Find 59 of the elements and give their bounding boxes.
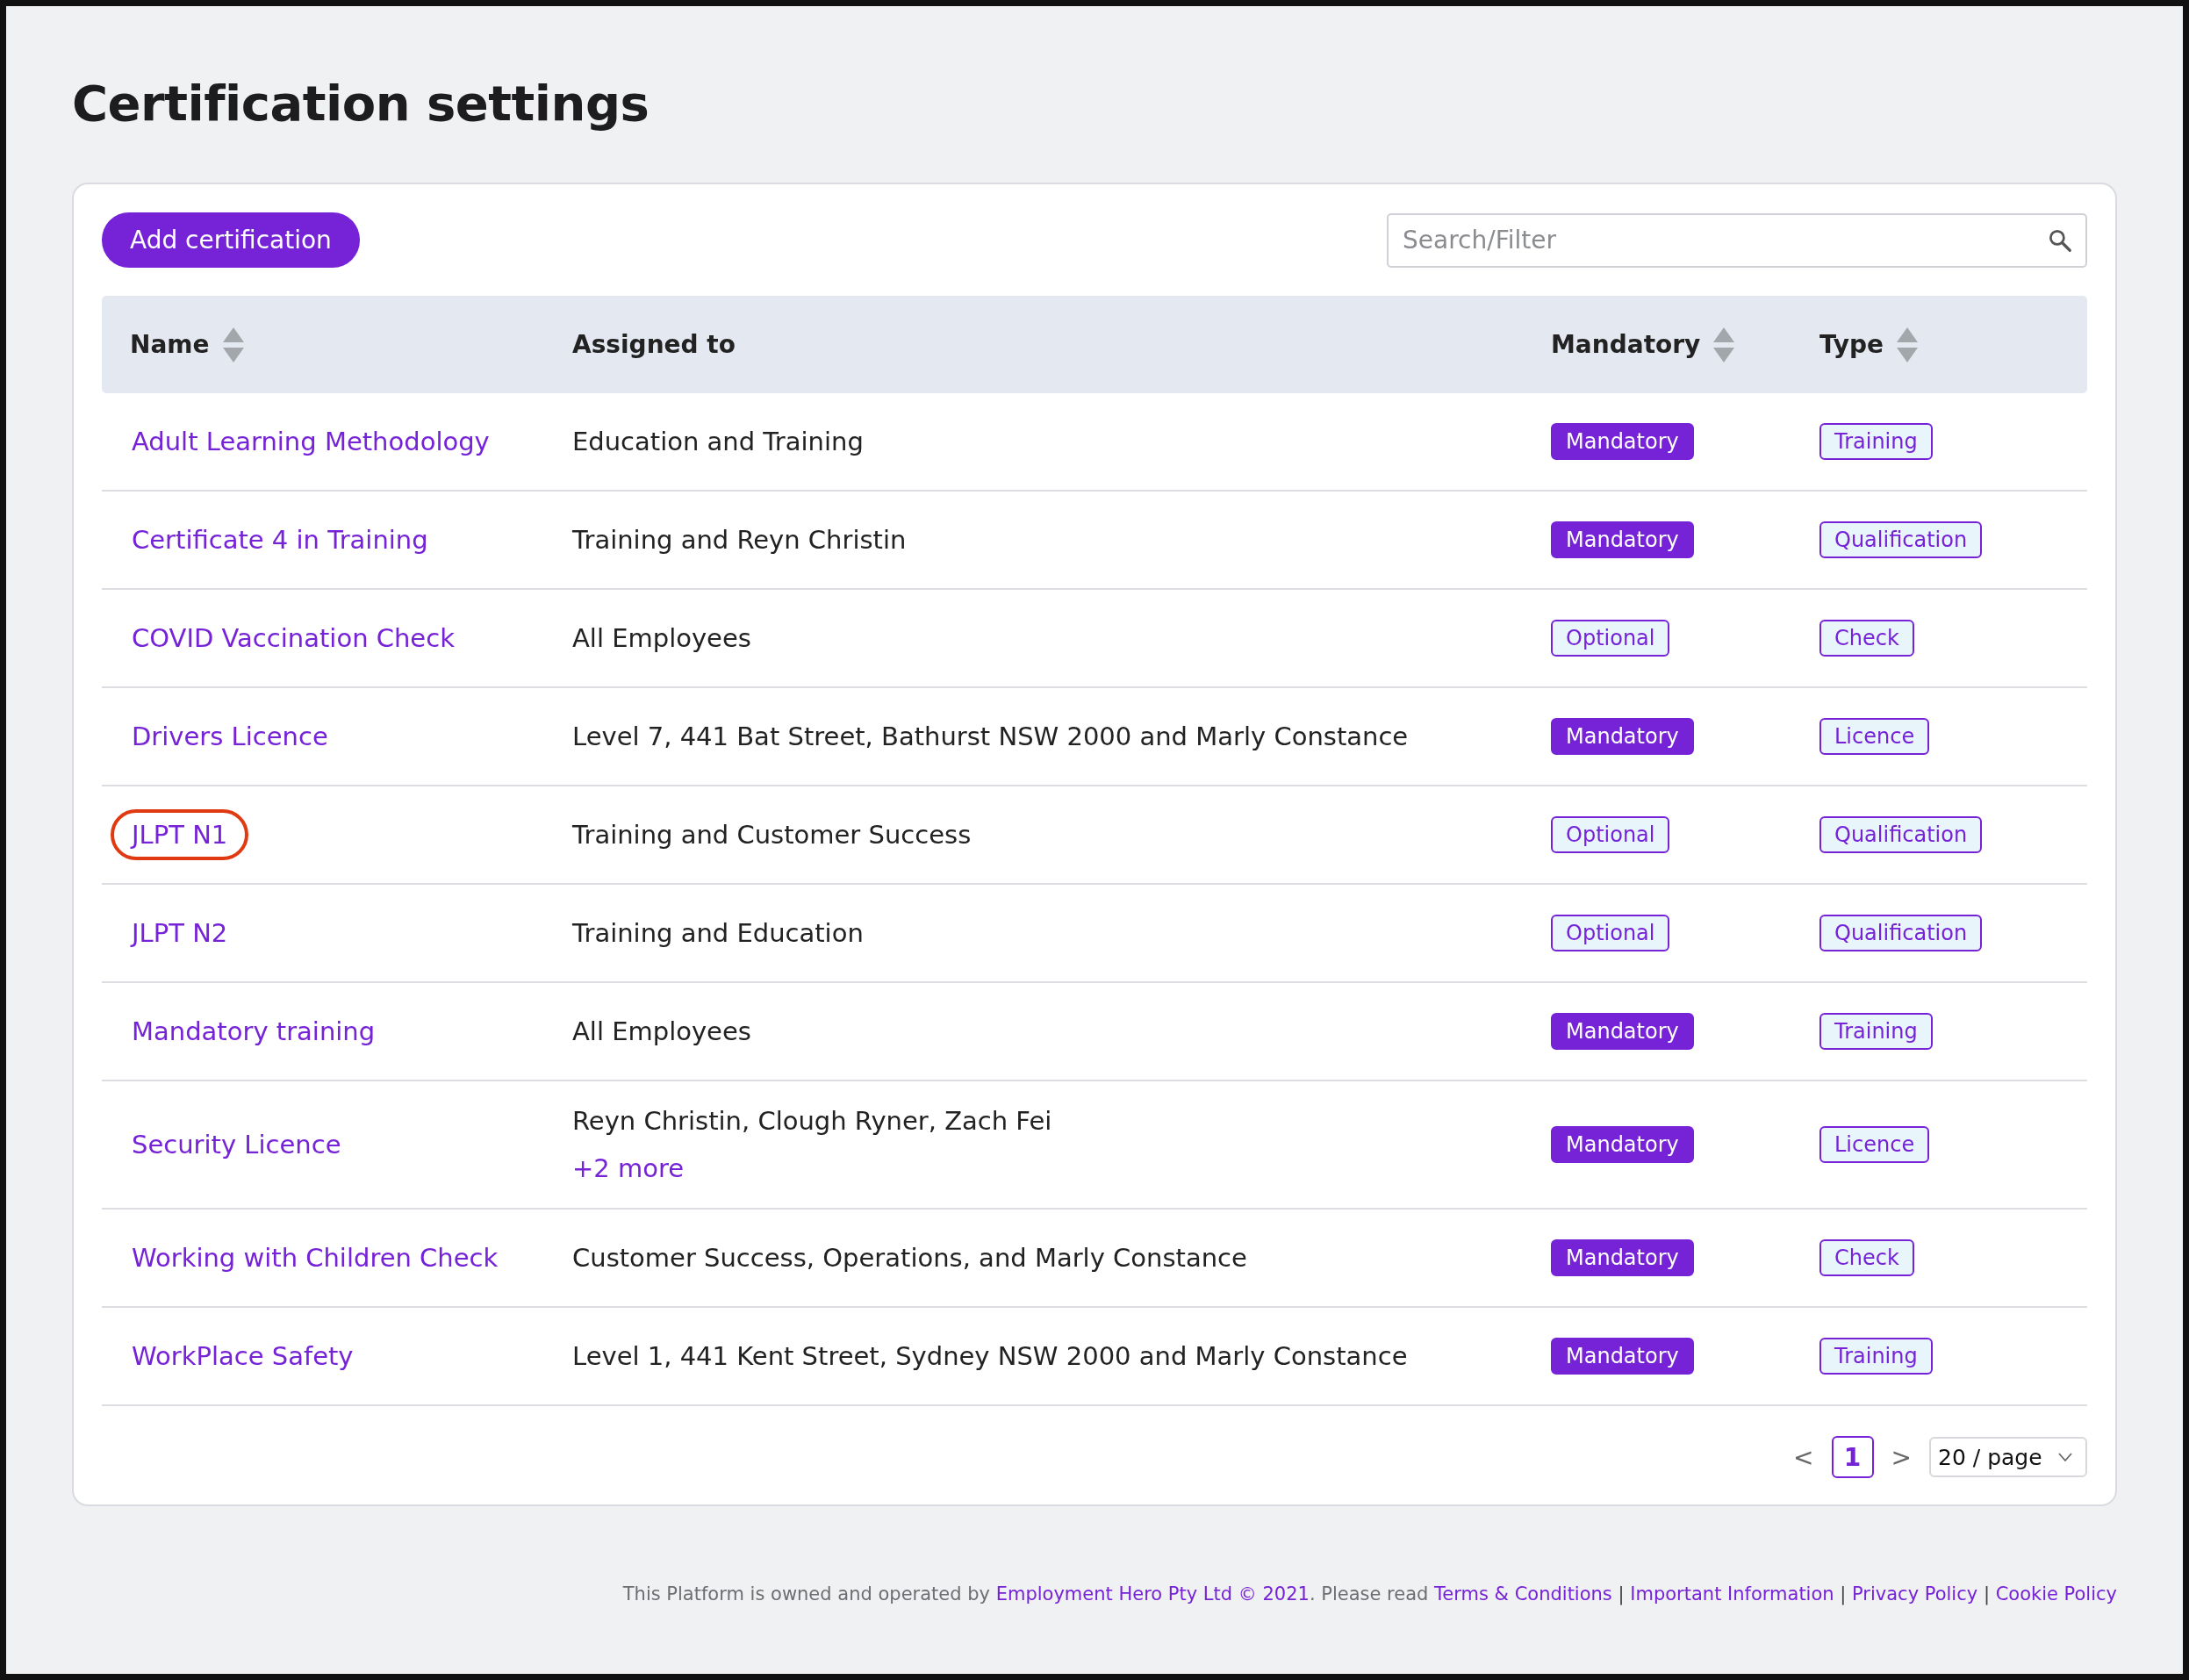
footer-link[interactable]: Terms & Conditions [1434,1583,1612,1605]
mandatory-tag: Mandatory [1551,1338,1694,1375]
certification-link[interactable]: WorkPlace Safety [111,1331,375,1382]
mandatory-tag: Optional [1551,915,1670,951]
certification-link[interactable]: Working with Children Check [111,1232,520,1283]
footer-link[interactable]: Employment Hero Pty Ltd © 2021 [995,1583,1310,1605]
chevron-down-icon [2057,1452,2073,1462]
certification-link[interactable]: Security Licence [111,1119,362,1170]
type-tag: Qualification [1819,521,1983,558]
type-tag: Training [1819,1013,1933,1050]
type-tag: Check [1819,620,1914,657]
certification-link[interactable]: Drivers Licence [111,711,349,762]
certification-link[interactable]: Certificate 4 in Training [111,514,449,565]
footer-link[interactable]: Cookie Policy [1995,1583,2117,1605]
certification-link[interactable]: JLPT N1 [111,809,249,860]
page-button[interactable]: 1 [1831,1436,1874,1478]
page-title: Certification settings [72,74,650,133]
previous-page-button[interactable]: < [1793,1442,1814,1472]
type-tag: Qualification [1819,816,1983,853]
column-header: Mandatory [1551,330,1701,359]
type-tag: Licence [1819,1126,1930,1163]
add-certification-button[interactable]: Add certification [102,212,360,268]
footer-text: This Platform is owned and operated by Employment Hero Pty Ltd © 2021. Please read Terms & Conditions | Important Information | Privacy Policy | Cookie Policy [621,1583,2117,1605]
next-page-button[interactable]: > [1891,1442,1912,1472]
page-size-dropdown[interactable]: 20 / page [1929,1437,2087,1477]
type-tag: Qualification [1819,915,1983,951]
assigned-to-text: All Employees [572,1016,751,1046]
assigned-to-text: Training and Reyn Christin [572,525,907,555]
footer-link[interactable]: Privacy Policy [1852,1583,1978,1605]
mandatory-tag: Mandatory [1551,423,1694,460]
mandatory-tag: Mandatory [1551,1239,1694,1276]
assigned-to-text: Level 7, 441 Bat Street, Bathurst NSW 2000 and Marly Constance [572,722,1409,751]
assigned-to-text: Education and Training [572,427,864,456]
type-tag: Licence [1819,718,1930,755]
mandatory-tag: Mandatory [1551,718,1694,755]
certification-link[interactable]: COVID Vaccination Check [111,613,476,664]
assigned-to-text: Training and Education [572,918,864,948]
assigned-to-text: Training and Customer Success [572,820,972,850]
column-header: Name [130,330,210,359]
search-field[interactable]: Search/Filter [1387,212,2087,268]
assigned-to-text: Level 1, 441 Kent Street, Sydney NSW 2000 and Marly Constance [572,1341,1408,1371]
type-tag: Training [1819,1338,1933,1375]
certification-link[interactable]: Mandatory training [111,1006,397,1057]
certification-link[interactable]: JLPT N2 [111,908,249,958]
mandatory-tag: Mandatory [1551,1013,1694,1050]
column-header: Assigned to [572,330,736,359]
assigned-to-text: Customer Success, Operations, and Marly Constance [572,1243,1247,1273]
assigned-to-text: All Employees [572,623,751,653]
footer-link[interactable]: Important Information [1630,1583,1834,1605]
mandatory-tag: Mandatory [1551,1126,1694,1163]
more-link[interactable]: +2 more [572,1153,685,1183]
mandatory-tag: Mandatory [1551,521,1694,558]
assigned-to-text: Reyn Christin, Clough Ryner, Zach Fei [572,1106,1052,1136]
certification-link[interactable]: Adult Learning Methodology [111,416,511,467]
type-tag: Check [1819,1239,1914,1276]
column-header: Type [1819,330,1884,359]
mandatory-tag: Optional [1551,816,1670,853]
type-tag: Training [1819,423,1933,460]
mandatory-tag: Optional [1551,620,1670,657]
